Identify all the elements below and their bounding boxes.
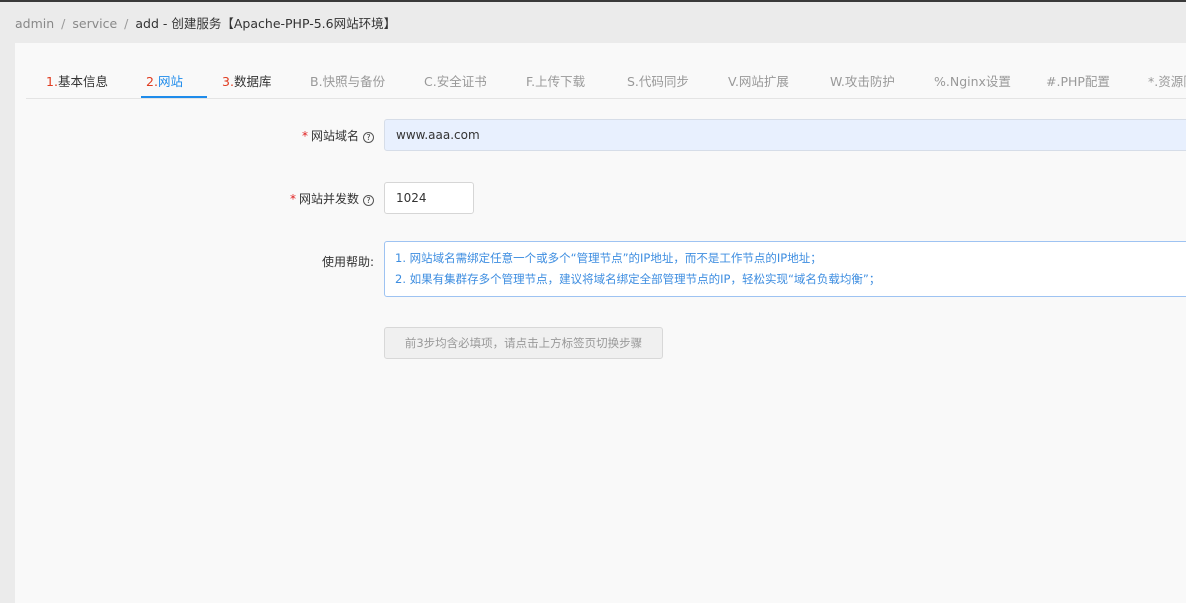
- breadcrumb-service[interactable]: service: [72, 16, 117, 31]
- step-tabs: 1.基本信息 2.网站 3.数据库 B.快照与备份 C.安全证书 F.上传下载 …: [26, 43, 1186, 99]
- submit-button[interactable]: 前3步均含必填项，请点击上方标签页切换步骤: [384, 327, 663, 359]
- window-top-edge: [0, 0, 1186, 2]
- help-label: 使用帮助:: [321, 255, 374, 269]
- tab-code-sync[interactable]: S.代码同步: [627, 71, 689, 90]
- tab-site-extensions[interactable]: V.网站扩展: [728, 71, 789, 90]
- breadcrumb-admin[interactable]: admin: [15, 16, 54, 31]
- tab-php-config[interactable]: #.PHP配置: [1046, 71, 1110, 90]
- form-card: 1.基本信息 2.网站 3.数据库 B.快照与备份 C.安全证书 F.上传下载 …: [15, 43, 1186, 603]
- tab-upload-download[interactable]: F.上传下载: [526, 71, 585, 90]
- breadcrumb-current: add - 创建服务【Apache-PHP-5.6网站环境】: [135, 16, 397, 31]
- breadcrumb: admin / service / add - 创建服务【Apache-PHP-5.6网…: [15, 16, 397, 31]
- tab-snapshot-backup[interactable]: B.快照与备份: [310, 71, 385, 90]
- help-line: 1. 网站域名需绑定任意一个或多个“管理节点”的IP地址，而不是工作节点的IP地…: [395, 251, 822, 265]
- tab-resource-limits[interactable]: *.资源限: [1148, 71, 1186, 90]
- domain-input[interactable]: [384, 119, 1186, 151]
- tab-website[interactable]: 2.网站: [146, 71, 183, 90]
- tab-attack-protection[interactable]: W.攻击防护: [830, 71, 895, 90]
- concurrency-label: * 网站并发数?: [290, 190, 374, 207]
- active-tab-indicator: [141, 96, 207, 98]
- help-box: 1. 网站域名需绑定任意一个或多个“管理节点”的IP地址，而不是工作节点的IP地…: [384, 241, 1186, 297]
- tab-nginx-settings[interactable]: %.Nginx设置: [934, 71, 1011, 90]
- help-line: 2. 如果有集群存多个管理节点，建议将域名绑定全部管理节点的IP，轻松实现“域名…: [395, 272, 881, 286]
- domain-label: * 网站域名?: [302, 127, 374, 144]
- tab-ssl-cert[interactable]: C.安全证书: [424, 71, 487, 90]
- tab-basic-info[interactable]: 1.基本信息: [46, 71, 108, 90]
- help-circle-icon[interactable]: ?: [363, 132, 374, 143]
- concurrency-input[interactable]: [384, 182, 474, 214]
- help-circle-icon[interactable]: ?: [363, 195, 374, 206]
- tab-database[interactable]: 3.数据库: [222, 71, 271, 90]
